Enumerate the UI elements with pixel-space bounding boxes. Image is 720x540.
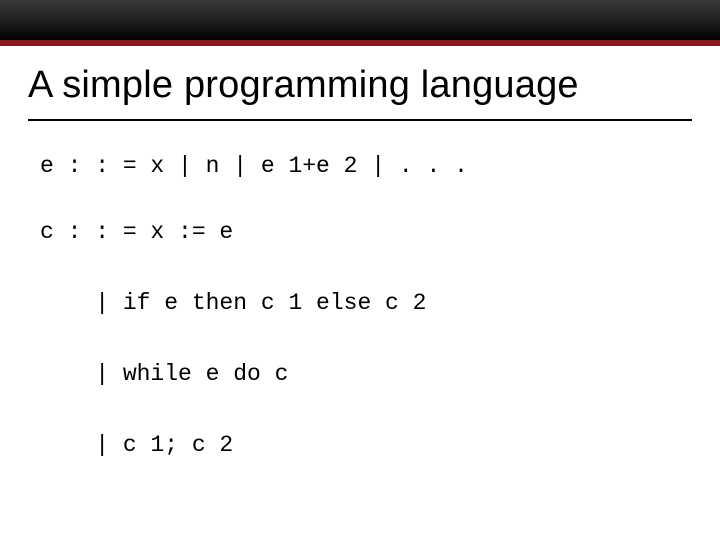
slide-body: e : : = x | n | e 1+e 2 | . . . c : : = … (0, 121, 720, 464)
slide: A simple programming language e : : = x … (0, 0, 720, 540)
grammar-expression: e : : = x | n | e 1+e 2 | . . . (40, 149, 680, 185)
grammar-e-rule: e : : = x | n | e 1+e 2 | . . . (40, 149, 680, 185)
slide-title: A simple programming language (0, 46, 720, 115)
grammar-c-rule-4: | c 1; c 2 (40, 428, 680, 464)
grammar-c-rule-1: c : : = x := e (40, 215, 680, 251)
grammar-c-rule-2: | if e then c 1 else c 2 (40, 286, 680, 322)
header-gradient-band (0, 0, 720, 40)
grammar-c-rule-3: | while e do c (40, 357, 680, 393)
grammar-command: c : : = x := e | if e then c 1 else c 2 … (40, 215, 680, 464)
